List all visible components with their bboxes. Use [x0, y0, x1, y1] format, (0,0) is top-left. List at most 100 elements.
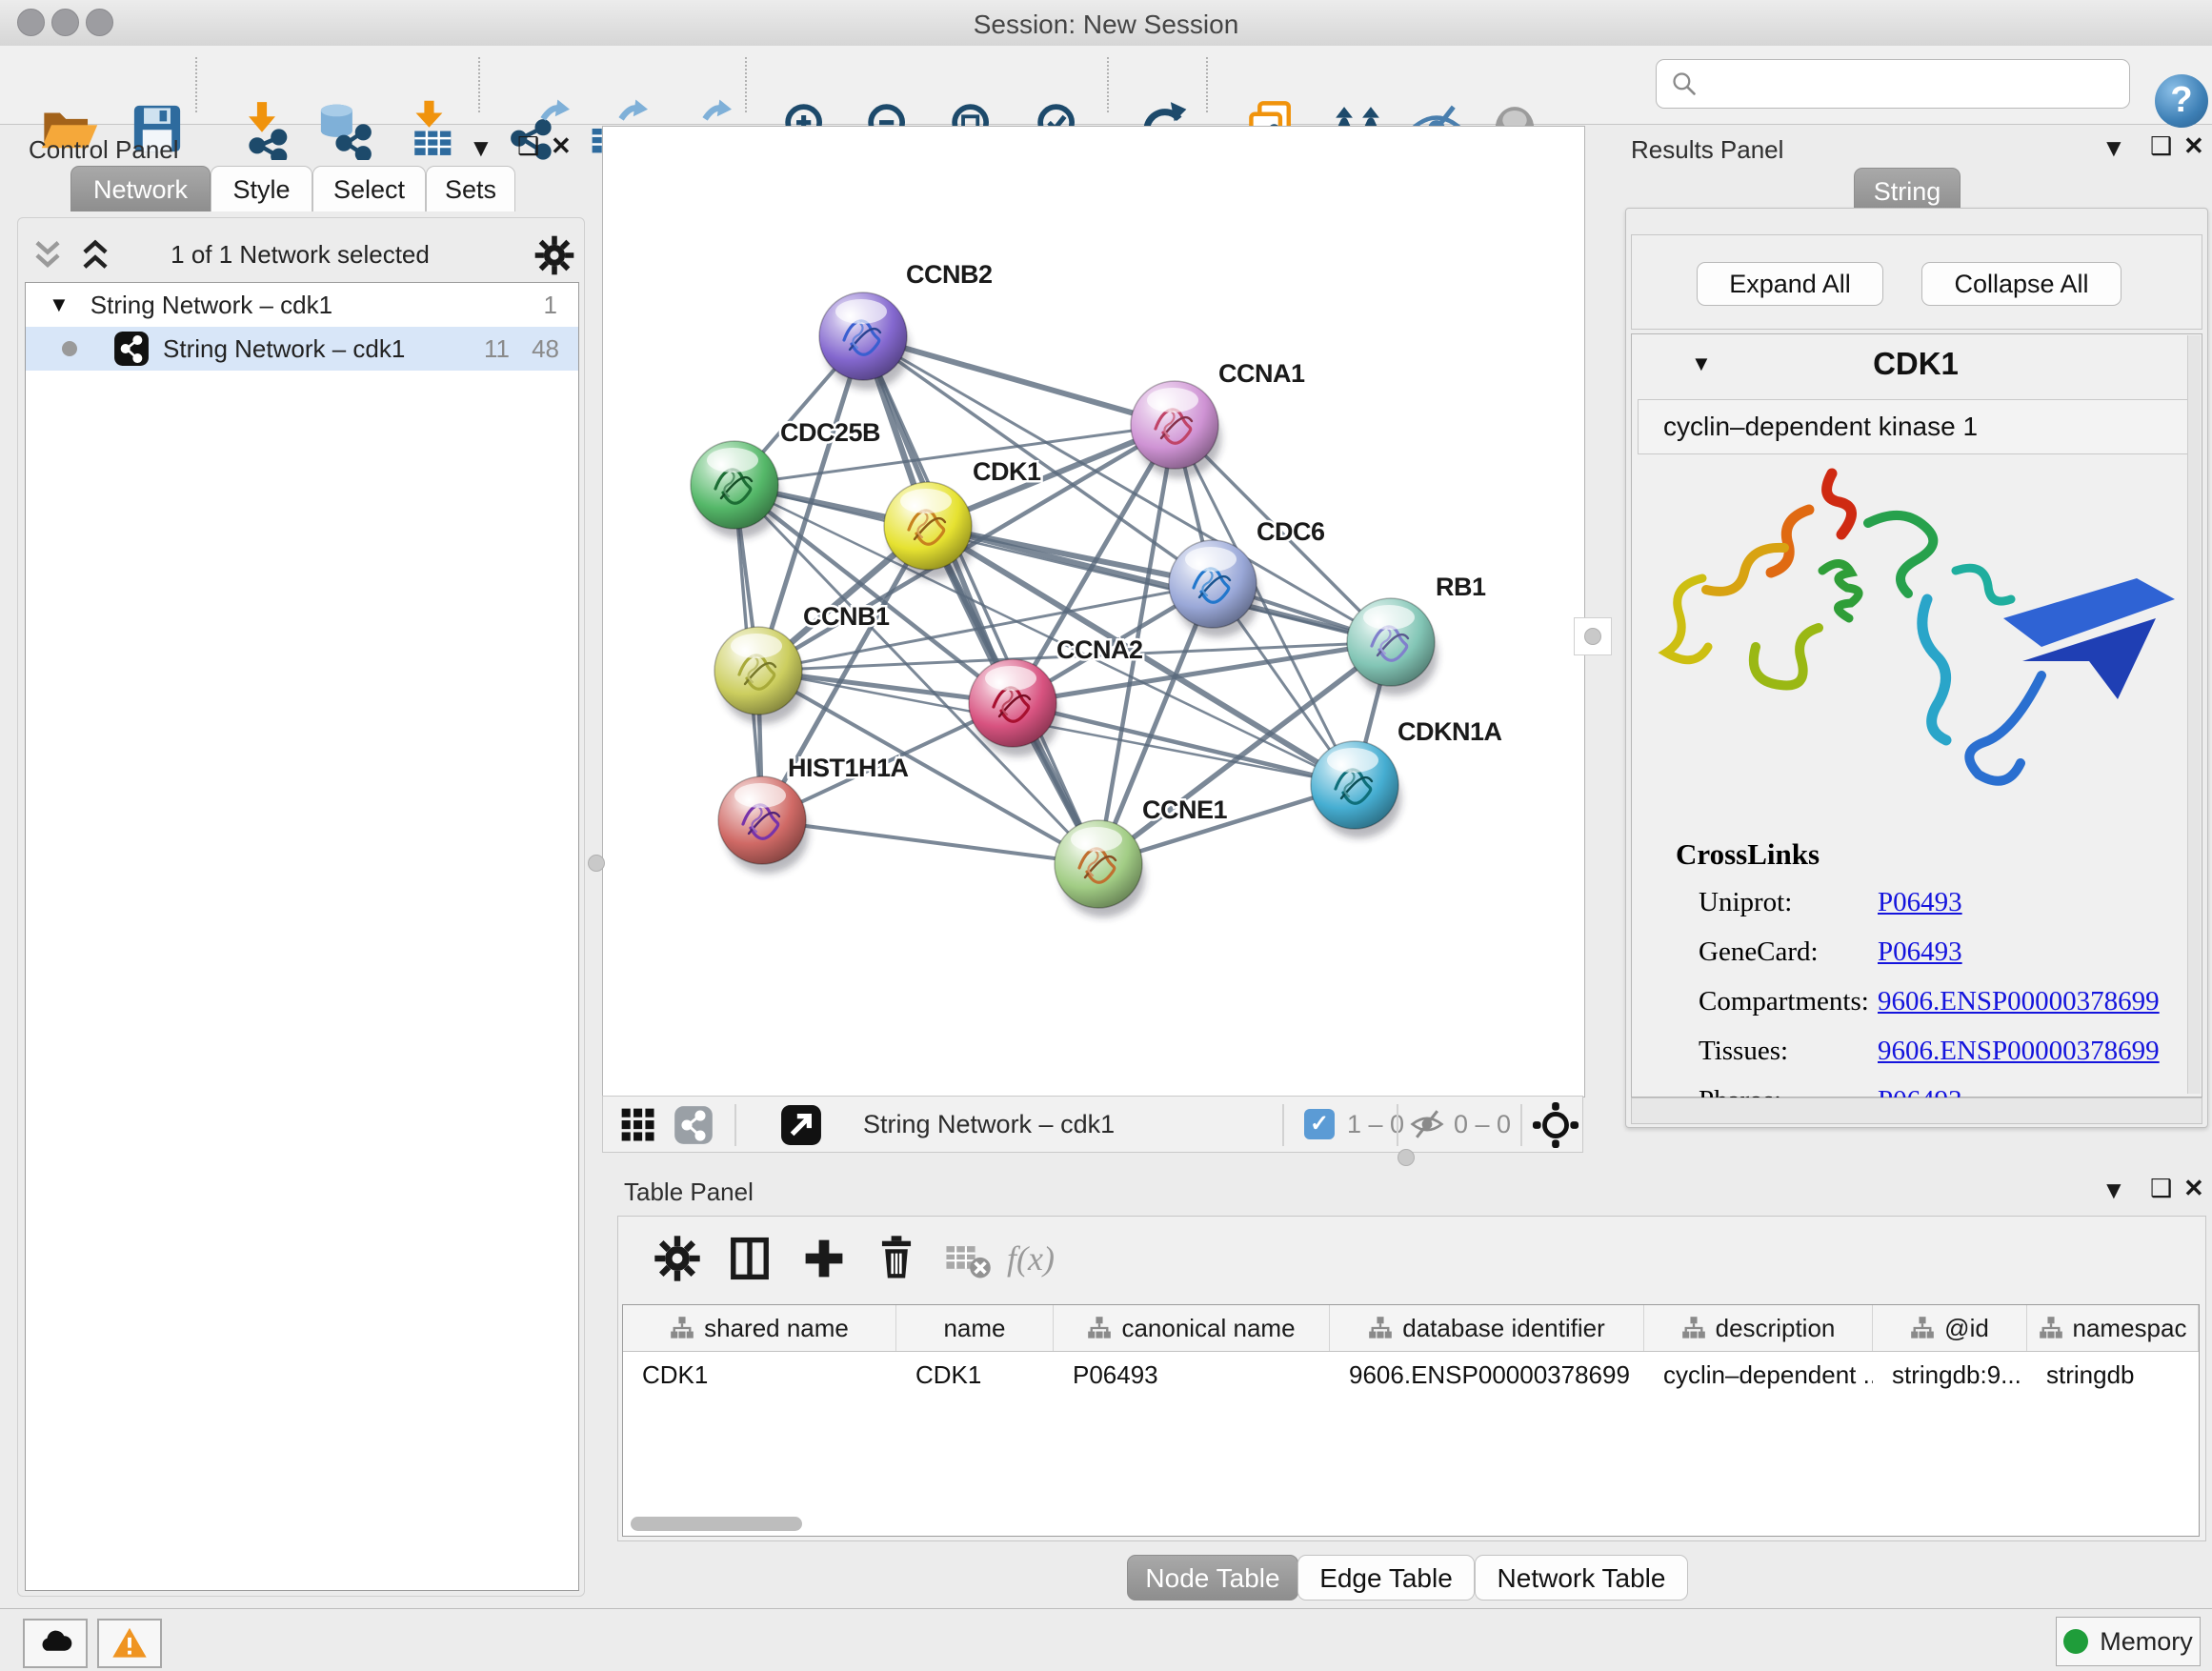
- tab-network[interactable]: Network: [70, 166, 211, 211]
- toolbar-separator: [1206, 57, 1208, 112]
- function-builder-icon: f(x): [1003, 1232, 1079, 1285]
- column-header-shared-name[interactable]: shared name: [623, 1305, 896, 1351]
- column-header-canonical-name[interactable]: canonical name: [1054, 1305, 1330, 1351]
- network-collection-row[interactable]: ▼ String Network – cdk1 1: [26, 283, 578, 327]
- svg-text:f(x): f(x): [1007, 1239, 1055, 1278]
- network-view-toolbar: String Network – cdk1 ✓ 1 – 0 0 – 0: [602, 1096, 1583, 1153]
- memory-button[interactable]: Memory: [2056, 1617, 2201, 1666]
- tab-sets[interactable]: Sets: [426, 166, 515, 211]
- birds-eye-view-icon[interactable]: [674, 1105, 714, 1145]
- cloud-button[interactable]: [23, 1619, 88, 1668]
- column-header-description[interactable]: description: [1644, 1305, 1873, 1351]
- network-node-CDKN1A[interactable]: [1311, 741, 1398, 829]
- maximize-panel-icon[interactable]: ❑: [2150, 1174, 2172, 1203]
- title-bar: Session: New Session: [0, 0, 2212, 47]
- results-hscrollbar[interactable]: [1631, 1097, 2202, 1124]
- results-vscrollbar[interactable]: [2187, 335, 2201, 1094]
- protein-name: CDK1: [1634, 346, 2198, 382]
- collapse-all-button[interactable]: Collapse All: [1921, 262, 2122, 306]
- network-node-CDK1[interactable]: [884, 482, 972, 570]
- column-label: name: [943, 1314, 1005, 1343]
- window-title: Session: New Session: [0, 10, 2212, 40]
- fit-selected-crosshair-icon[interactable]: [1532, 1101, 1579, 1149]
- network-node-CCNA2[interactable]: [969, 659, 1056, 747]
- left-splitter-handle[interactable]: [588, 855, 605, 872]
- toolbar-separator: [1520, 1104, 1522, 1146]
- expand-all-button[interactable]: Expand All: [1697, 262, 1883, 306]
- table-row[interactable]: CDK1CDK1P064939606.ENSP00000378699cyclin…: [623, 1352, 2199, 1398]
- crosslink-link[interactable]: 9606.ENSP00000378699: [1878, 986, 2160, 1017]
- collapse-tree-icon[interactable]: ▼: [49, 292, 70, 317]
- float-panel-icon[interactable]: ▼: [2101, 1176, 2126, 1205]
- node-label-RB1: RB1: [1436, 573, 1486, 601]
- network-edge-CCNA2-CDKN1A[interactable]: [1013, 703, 1355, 785]
- tab-node-table[interactable]: Node Table: [1127, 1555, 1298, 1601]
- bottom-splitter-handle[interactable]: [1398, 1149, 1415, 1166]
- tab-string[interactable]: String: [1854, 168, 1961, 213]
- maximize-panel-icon[interactable]: ❑: [2150, 131, 2172, 161]
- create-column-icon[interactable]: [797, 1232, 851, 1285]
- tab-select[interactable]: Select: [312, 166, 426, 211]
- grid-view-icon[interactable]: [620, 1107, 656, 1143]
- selected-checkbox[interactable]: ✓: [1304, 1109, 1335, 1139]
- column-header-namespac[interactable]: namespac: [2027, 1305, 2199, 1351]
- network-edge-CCNB2-CCNA1[interactable]: [863, 336, 1175, 425]
- network-node-CCNB2[interactable]: [819, 292, 907, 380]
- import-network-file-button[interactable]: [231, 97, 293, 160]
- import-network-database-button[interactable]: [312, 97, 375, 160]
- network-node-RB1[interactable]: [1347, 598, 1435, 686]
- network-edge-CCNB2-CCNE1[interactable]: [863, 336, 1098, 864]
- string-network-icon: [113, 331, 150, 367]
- tab-network-table[interactable]: Network Table: [1475, 1555, 1688, 1601]
- string-network-graph: CCNB2CCNA1CDC25BCDK1CDC6RB1CCNB1CCNA2CDK…: [603, 127, 1584, 1097]
- network-row[interactable]: String Network – cdk1 11 48: [26, 327, 578, 371]
- network-edge-HIST1H1A-CCNE1[interactable]: [762, 820, 1098, 864]
- node-count: 11: [484, 334, 510, 364]
- import-table-file-button[interactable]: [400, 97, 463, 160]
- open-in-window-icon[interactable]: [780, 1104, 822, 1146]
- network-node-CCNB1[interactable]: [714, 627, 802, 715]
- float-panel-icon[interactable]: ▼: [2101, 133, 2126, 163]
- maximize-panel-icon[interactable]: ❑: [517, 131, 539, 161]
- float-panel-icon[interactable]: ▼: [469, 133, 493, 163]
- close-panel-icon[interactable]: ✕: [2183, 1174, 2204, 1203]
- right-splitter[interactable]: [1574, 617, 1612, 655]
- table-cell[interactable]: CDK1: [623, 1352, 896, 1398]
- control-panel-title: Control Panel: [29, 135, 179, 165]
- search-input[interactable]: [1700, 64, 2129, 104]
- protein-header-row[interactable]: ▼ CDK1: [1634, 338, 2198, 392]
- network-node-CDC25B[interactable]: [691, 441, 778, 529]
- help-button[interactable]: ?: [2155, 74, 2208, 128]
- crosslink-link[interactable]: P06493: [1878, 887, 1962, 918]
- network-node-CDC6[interactable]: [1169, 540, 1257, 628]
- table-cell[interactable]: 9606.ENSP00000378699: [1330, 1352, 1644, 1398]
- close-panel-icon[interactable]: ✕: [551, 131, 572, 161]
- delete-column-icon[interactable]: [870, 1232, 923, 1285]
- table-cell[interactable]: P06493: [1054, 1352, 1330, 1398]
- table-hscrollbar-thumb[interactable]: [631, 1517, 802, 1531]
- network-node-CCNA1[interactable]: [1131, 381, 1218, 469]
- close-panel-icon[interactable]: ✕: [2183, 131, 2204, 161]
- show-columns-icon[interactable]: [723, 1232, 776, 1285]
- node-label-CCNB2: CCNB2: [906, 260, 993, 289]
- table-cell[interactable]: cyclin–dependent ...: [1644, 1352, 1873, 1398]
- gear-icon[interactable]: [532, 232, 577, 278]
- warnings-button[interactable]: [97, 1619, 162, 1668]
- column-header-database-identifier[interactable]: database identifier: [1330, 1305, 1644, 1351]
- current-network-dot-icon: [62, 341, 77, 356]
- crosslink-link[interactable]: 9606.ENSP00000378699: [1878, 1036, 2160, 1067]
- main-toolbar: ?: [0, 46, 2212, 125]
- table-options-gear-icon[interactable]: [651, 1232, 704, 1285]
- search-box[interactable]: [1656, 59, 2130, 109]
- crosslink-link[interactable]: P06493: [1878, 936, 1962, 968]
- tab-style[interactable]: Style: [211, 166, 312, 211]
- tab-edge-table[interactable]: Edge Table: [1297, 1555, 1475, 1601]
- network-node-CCNE1[interactable]: [1055, 820, 1142, 908]
- network-node-HIST1H1A[interactable]: [718, 776, 806, 864]
- table-cell[interactable]: stringdb: [2027, 1352, 2199, 1398]
- column-header--id[interactable]: @id: [1873, 1305, 2027, 1351]
- network-canvas[interactable]: CCNB2CCNA1CDC25BCDK1CDC6RB1CCNB1CCNA2CDK…: [602, 126, 1585, 1097]
- column-header-name[interactable]: name: [896, 1305, 1054, 1351]
- table-cell[interactable]: CDK1: [896, 1352, 1054, 1398]
- table-cell[interactable]: stringdb:9...: [1873, 1352, 2027, 1398]
